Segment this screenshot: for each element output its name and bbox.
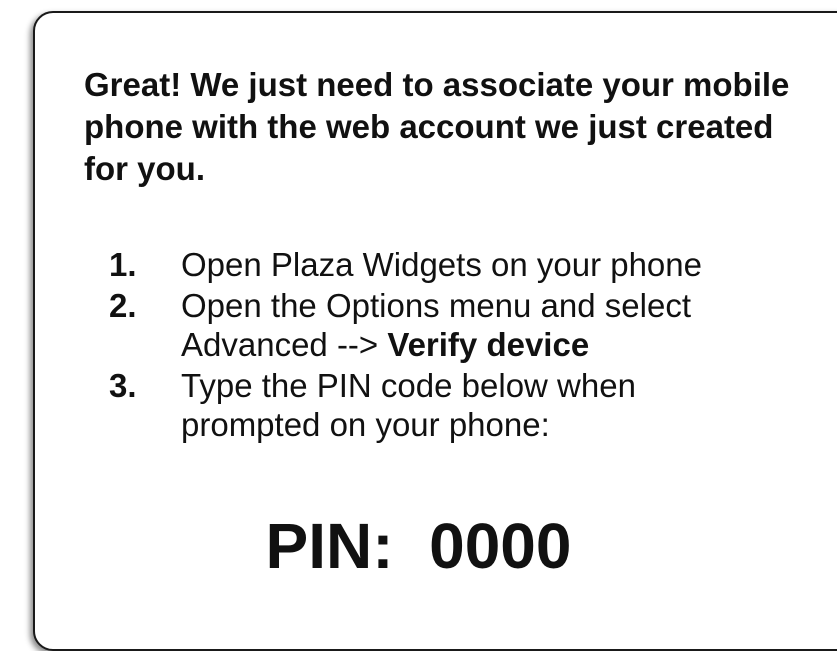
step-line: Type the PIN code below when bbox=[181, 367, 636, 404]
step-item: 1. Open Plaza Widgets on your phone bbox=[109, 245, 829, 284]
step-text: Open the Options menu and select Advance… bbox=[181, 286, 829, 364]
instructions-list: 1. Open Plaza Widgets on your phone 2. O… bbox=[109, 245, 829, 446]
step-text: Open Plaza Widgets on your phone bbox=[181, 245, 829, 284]
step-number: 3. bbox=[109, 367, 137, 404]
step-text: Type the PIN code below when prompted on… bbox=[181, 366, 829, 444]
step-line: prompted on your phone: bbox=[181, 406, 550, 443]
step-number: 1. bbox=[109, 246, 137, 283]
step-line: Open the Options menu and select bbox=[181, 287, 691, 324]
intro-text: Great! We just need to associate your mo… bbox=[84, 66, 790, 187]
pin-separator bbox=[394, 510, 430, 582]
pin-display: PIN: 0000 bbox=[0, 506, 837, 586]
pin-label: PIN: bbox=[265, 510, 394, 582]
step-item: 2. Open the Options menu and select Adva… bbox=[109, 286, 829, 364]
step-line-prefix: Advanced --> bbox=[181, 326, 388, 363]
step-number: 2. bbox=[109, 287, 137, 324]
step-line: Open Plaza Widgets on your phone bbox=[181, 246, 702, 283]
verify-device-label: Verify device bbox=[387, 326, 590, 363]
pin-code: 0000 bbox=[429, 510, 572, 582]
step-item: 3. Type the PIN code below when prompted… bbox=[109, 366, 829, 444]
